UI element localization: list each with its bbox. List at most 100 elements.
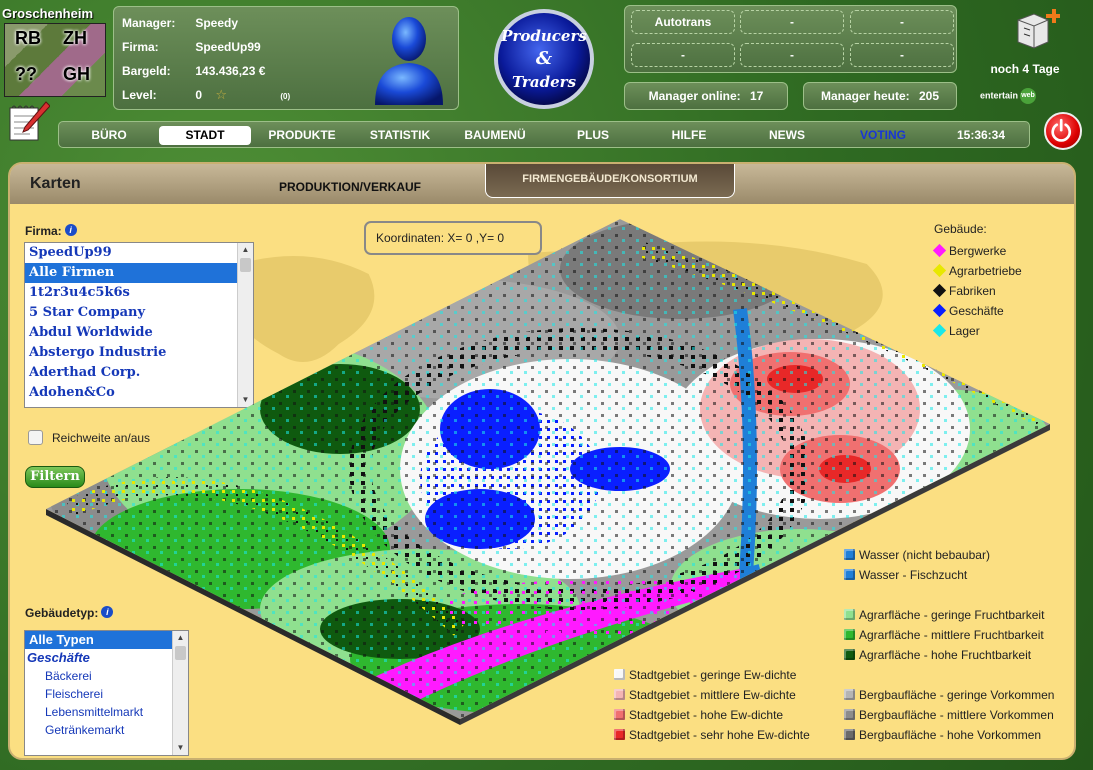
managers-today-label: Manager heute: [820,89,910,103]
legend-label: Bergwerke [949,244,1007,258]
nav-stadt[interactable]: STADT [159,126,251,145]
legend-item: Lager [932,323,980,338]
legend-swatch [844,609,855,620]
logo-line-2: & [536,48,553,69]
city-code-ne[interactable]: ZH [63,28,87,49]
legend-swatch [614,729,625,740]
legend-swatch [844,649,855,660]
nav-buero[interactable]: BÜRO [69,126,149,145]
legend-swatch [932,323,947,338]
legend-swatch [932,283,947,298]
cash-label: Bargeld: [122,64,171,78]
legend-swatch [844,689,855,700]
scroll-down-icon[interactable]: ▼ [173,741,188,755]
legend-item: Agrarbetriebe [932,263,1022,278]
manager-label: Manager: [122,16,176,30]
nav-produkte[interactable]: PRODUKTE [259,126,345,145]
logout-button[interactable] [1044,112,1082,150]
manager-name: Speedy [195,16,239,30]
legend-label: Wasser (nicht bebaubar) [859,548,990,562]
legend-swatch [614,709,625,720]
nav-baumenue[interactable]: BAUMENÜ [449,126,541,145]
slot-panel: Autotrans - - - - - [624,5,957,73]
legend-item: Bergbaufläche - mittlere Vorkommen [844,708,1054,722]
nav-statistik[interactable]: STATISTIK [355,126,445,145]
slot-1[interactable]: Autotrans [631,10,735,34]
managers-online-value: 17 [750,89,764,103]
legend-item: Bergbaufläche - geringe Vorkommen [844,688,1054,702]
maps-panel: Karten PRODUKTION/VERKAUF FIRMENGEBÄUDE/… [8,162,1076,760]
legend-item: Wasser - Fischzucht [844,568,967,582]
legend-item: Agrarfläche - hohe Fruchtbarkeit [844,648,1031,662]
nav-clock: 15:36:34 [956,128,1006,142]
slot-3[interactable]: - [850,10,954,34]
legend-label: Wasser - Fischzucht [859,568,968,582]
legend-item: Agrarfläche - geringe Fruchtbarkeit [844,608,1044,622]
legend-item: Stadtgebiet - hohe Ew-dichte [614,708,783,722]
power-icon [1051,118,1072,142]
city-code-nw[interactable]: RB [15,28,41,49]
legend-label: Lager [949,324,980,338]
managers-today-value: 205 [919,89,940,103]
legend-swatch [614,669,625,680]
city-minimap[interactable]: RB ZH ?? GH [4,23,106,97]
legend-label: Agrarfläche - hohe Fruchtbarkeit [859,648,1032,662]
coordinates-display: Koordinaten: X= 0 ,Y= 0 [364,221,542,255]
legend-swatch [844,629,855,640]
legend-label: Stadtgebiet - sehr hohe Ew-dichte [629,728,810,742]
legend-swatch [932,263,947,278]
legend-buildings-title: Gebäude: [934,222,987,236]
legend-swatch [844,569,855,580]
legend-swatch [932,303,947,318]
tab-company-buildings[interactable]: FIRMENGEBÄUDE/KONSORTIUM [485,164,735,198]
managers-online: Manager online: 17 [624,82,788,110]
legend-label: Bergbaufläche - mittlere Vorkommen [859,708,1054,722]
premium-box-icon[interactable] [1012,8,1060,50]
level-value: 0 [195,88,203,102]
slot-5[interactable]: - [740,43,844,67]
level-label: Level: [122,88,157,102]
legend-item: Geschäfte [932,303,1004,318]
avatar[interactable] [369,13,449,107]
nav-voting[interactable]: VOTING [845,126,921,145]
city-box: Groschenheim RB ZH ?? GH [2,6,106,98]
entertain-text: entertain [980,90,1019,101]
legend-label: Fabriken [949,284,996,298]
logo-line-3: Traders [512,73,577,91]
legend-label: Bergbaufläche - hohe Vorkommen [859,728,1042,742]
managers-today: Manager heute: 205 [803,82,957,110]
entertainweb-logo[interactable]: entertain web [980,88,1037,104]
city-name: Groschenheim [2,6,94,21]
city-code-sw[interactable]: ?? [15,64,37,85]
manager-panel: Manager: Speedy Firma: SpeedUp99 Bargeld… [113,6,459,110]
company-row: Firma: SpeedUp99 [122,40,261,54]
legend-swatch [844,729,855,740]
nav-news[interactable]: NEWS [749,126,825,145]
tab-production-sales[interactable]: PRODUKTION/VERKAUF [260,170,440,204]
legend-label: Stadtgebiet - hohe Ew-dichte [629,708,784,722]
panel-header: Karten PRODUKTION/VERKAUF FIRMENGEBÄUDE/… [10,164,1074,204]
slot-4[interactable]: - [631,43,735,67]
nav-hilfe[interactable]: HILFE [651,126,727,145]
entertain-badge: web [1020,88,1037,104]
legend-swatch [844,549,855,560]
legend-item: Stadtgebiet - geringe Ew-dichte [614,668,796,682]
managers-online-label: Manager online: [648,89,741,103]
nav-plus[interactable]: PLUS [555,126,631,145]
days-left: noch 4 Tage [990,62,1060,76]
level-row: Level: 0 ☆ (0) [122,87,290,103]
manager-row: Manager: Speedy [122,16,238,30]
slot-6[interactable]: - [850,43,954,67]
legend-swatch [932,243,947,258]
legend-item: Bergwerke [932,243,1007,258]
logo-line-1: Producers [500,27,587,45]
main-nav: BÜRO STADT PRODUKTE STATISTIK BAUMENÜ PL… [58,121,1030,148]
legend-swatch [844,709,855,720]
level-count: (0) [280,92,291,101]
legend-item: Fabriken [932,283,996,298]
notepad-icon[interactable] [6,100,50,144]
company-name: SpeedUp99 [195,40,261,54]
legend-item: Wasser (nicht bebaubar) [844,548,990,562]
city-code-se[interactable]: GH [63,64,90,85]
slot-2[interactable]: - [740,10,844,34]
